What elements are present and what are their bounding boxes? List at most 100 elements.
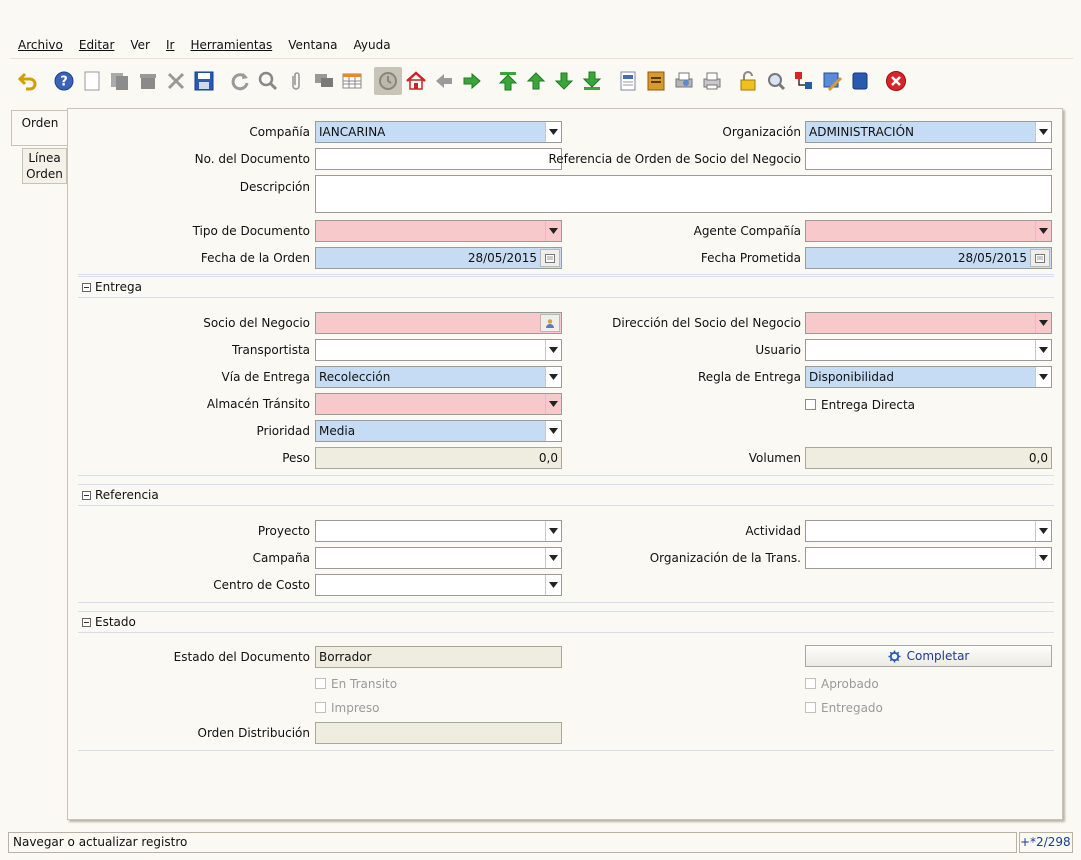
- chevron-down-icon[interactable]: [545, 394, 561, 414]
- first-record-icon[interactable]: [494, 67, 522, 95]
- chevron-down-icon[interactable]: [545, 122, 561, 142]
- chevron-down-icon[interactable]: [1035, 313, 1051, 333]
- entregado-checkbox[interactable]: Entregado: [805, 700, 883, 716]
- transportista-select[interactable]: [315, 339, 562, 361]
- tab-orden[interactable]: Orden: [11, 110, 68, 146]
- chevron-down-icon[interactable]: [545, 521, 561, 541]
- archive-icon[interactable]: [642, 67, 670, 95]
- grid-toggle-icon[interactable]: [338, 67, 366, 95]
- attachment-icon[interactable]: [282, 67, 310, 95]
- via-entrega-select[interactable]: Recolección: [315, 366, 562, 388]
- find-icon[interactable]: [254, 67, 282, 95]
- entrega-directa-checkbox[interactable]: Entrega Directa: [805, 397, 915, 413]
- chevron-down-icon[interactable]: [545, 548, 561, 568]
- section-entrega[interactable]: Entrega: [78, 276, 1054, 298]
- menu-archivo[interactable]: Archivo: [10, 34, 71, 56]
- new-record-icon[interactable]: [78, 67, 106, 95]
- campana-select[interactable]: [315, 547, 562, 569]
- completar-button[interactable]: Completar: [805, 645, 1052, 667]
- undo-icon[interactable]: [14, 67, 42, 95]
- calendar-icon[interactable]: [1030, 249, 1050, 267]
- workflow-icon[interactable]: [790, 67, 818, 95]
- en-transito-checkbox[interactable]: En Transito: [315, 676, 397, 692]
- socio-input[interactable]: [315, 312, 562, 334]
- collapse-icon[interactable]: [82, 491, 91, 500]
- fecha-orden-input[interactable]: 28/05/2015: [315, 247, 562, 269]
- save-icon[interactable]: [190, 67, 218, 95]
- aprobado-checkbox[interactable]: Aprobado: [805, 676, 879, 692]
- menu-herramientas[interactable]: Herramientas: [182, 34, 280, 56]
- tab-linea-orden[interactable]: Línea Orden: [22, 148, 67, 184]
- help-icon[interactable]: ?: [50, 67, 78, 95]
- chevron-down-icon[interactable]: [1035, 548, 1051, 568]
- menu-ayuda[interactable]: Ayuda: [346, 34, 399, 56]
- compania-select[interactable]: IANCARINA: [315, 121, 562, 143]
- print-preview-icon[interactable]: [670, 67, 698, 95]
- direccion-socio-select[interactable]: [805, 312, 1052, 334]
- history-icon[interactable]: [374, 67, 402, 95]
- chevron-down-icon[interactable]: [1035, 521, 1051, 541]
- almacen-transito-select[interactable]: [315, 393, 562, 415]
- chevron-down-icon[interactable]: [1035, 221, 1051, 241]
- regla-entrega-label: Regla de Entrega: [697, 370, 801, 384]
- last-record-icon[interactable]: [578, 67, 606, 95]
- chevron-down-icon[interactable]: [545, 367, 561, 387]
- agente-compania-select[interactable]: [805, 220, 1052, 242]
- menu-ver[interactable]: Ver: [122, 34, 158, 56]
- partner-lookup-icon[interactable]: [540, 314, 560, 332]
- next-record-icon[interactable]: [550, 67, 578, 95]
- home-icon[interactable]: [402, 67, 430, 95]
- print-icon[interactable]: [698, 67, 726, 95]
- proyecto-select[interactable]: [315, 520, 562, 542]
- collapse-icon[interactable]: [82, 618, 91, 627]
- actividad-select[interactable]: [805, 520, 1052, 542]
- regla-entrega-select[interactable]: Disponibilidad: [805, 366, 1052, 388]
- chevron-down-icon[interactable]: [1035, 367, 1051, 387]
- chevron-down-icon[interactable]: [545, 221, 561, 241]
- org-trans-select[interactable]: [805, 547, 1052, 569]
- menu-editar[interactable]: Editar: [71, 34, 123, 56]
- chat-icon[interactable]: [310, 67, 338, 95]
- chevron-down-icon[interactable]: [1035, 340, 1051, 360]
- checkbox-box[interactable]: [315, 702, 326, 713]
- section-referencia[interactable]: Referencia: [78, 484, 1054, 506]
- actividad-label: Actividad: [745, 524, 801, 538]
- checkbox-box[interactable]: [805, 702, 816, 713]
- refresh-icon[interactable]: [226, 67, 254, 95]
- collapse-icon[interactable]: [82, 283, 91, 292]
- chevron-down-icon[interactable]: [545, 421, 561, 441]
- delete-selection-icon[interactable]: [162, 67, 190, 95]
- impreso-checkbox[interactable]: Impreso: [315, 700, 380, 716]
- next-icon[interactable]: [458, 67, 486, 95]
- checkbox-box[interactable]: [805, 678, 816, 689]
- referencia-orden-input[interactable]: [805, 148, 1052, 170]
- report-icon[interactable]: [614, 67, 642, 95]
- zoom-across-icon[interactable]: [762, 67, 790, 95]
- close-icon[interactable]: [882, 67, 910, 95]
- no-documento-input[interactable]: [315, 148, 562, 170]
- product-info-icon[interactable]: [818, 67, 846, 95]
- usuario-select[interactable]: [805, 339, 1052, 361]
- chevron-down-icon[interactable]: [545, 575, 561, 595]
- delete-icon[interactable]: [134, 67, 162, 95]
- active-workflows-icon[interactable]: [846, 67, 874, 95]
- lock-icon[interactable]: [734, 67, 762, 95]
- menu-ventana[interactable]: Ventana: [280, 34, 345, 56]
- chevron-down-icon[interactable]: [1035, 122, 1051, 142]
- record-count[interactable]: +*2/298: [1019, 832, 1073, 853]
- menu-ir[interactable]: Ir: [158, 34, 182, 56]
- prioridad-select[interactable]: Media: [315, 420, 562, 442]
- descripcion-textarea[interactable]: [315, 175, 1052, 213]
- previous-icon[interactable]: [430, 67, 458, 95]
- previous-record-icon[interactable]: [522, 67, 550, 95]
- copy-record-icon[interactable]: [106, 67, 134, 95]
- centro-costo-select[interactable]: [315, 574, 562, 596]
- checkbox-box[interactable]: [805, 399, 816, 410]
- calendar-icon[interactable]: [540, 249, 560, 267]
- tipo-documento-select[interactable]: [315, 220, 562, 242]
- section-estado[interactable]: Estado: [78, 611, 1054, 633]
- checkbox-box[interactable]: [315, 678, 326, 689]
- fecha-prometida-input[interactable]: 28/05/2015: [805, 247, 1052, 269]
- chevron-down-icon[interactable]: [545, 340, 561, 360]
- organizacion-select[interactable]: ADMINISTRACIÓN: [805, 121, 1052, 143]
